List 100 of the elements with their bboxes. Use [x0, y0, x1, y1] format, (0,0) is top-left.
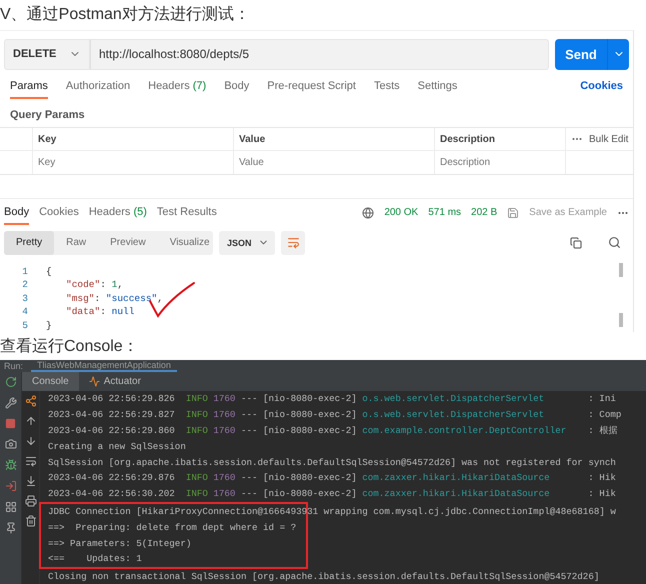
- line-number: 4: [21, 306, 29, 318]
- log-time: 2023-04-06 22:56:29.827: [48, 409, 175, 420]
- log-level: INFO: [186, 409, 208, 420]
- log-thread: [nio-8080-exec-2]: [263, 424, 358, 436]
- url-input[interactable]: http://localhost:8080/depts/5: [91, 40, 548, 69]
- down-arrow-icon[interactable]: [24, 435, 36, 447]
- wrap-icon[interactable]: [24, 455, 36, 467]
- request-tab[interactable]: Body: [224, 80, 250, 100]
- response-tab[interactable]: Test Results: [156, 206, 217, 224]
- log-message: : Hik: [588, 488, 616, 500]
- log-logger: com.example.controller.DeptController: [362, 424, 568, 436]
- line-number: 5: [21, 320, 29, 331]
- layout-icon[interactable]: [4, 501, 16, 513]
- up-arrow-icon[interactable]: [24, 415, 36, 427]
- search-icon[interactable]: [608, 236, 621, 249]
- log-pid: 1760: [213, 424, 236, 436]
- log-level: INFO: [186, 424, 208, 436]
- log-time: 2023-04-06 22:56:29.876: [48, 472, 175, 484]
- exit-icon[interactable]: [4, 480, 16, 492]
- log-thread: [nio-8080-exec-2]: [263, 488, 358, 500]
- log-thread: [nio-8080-exec-2]: [263, 409, 358, 420]
- log-separator: ---: [240, 409, 258, 420]
- run-label: Run:: [4, 361, 24, 371]
- log-separator: ---: [240, 472, 258, 484]
- console-text: Closing non transactional SqlSession [org.apache.ibatis.session.defaults.DefaultSqlSession@54572d26]: [48, 571, 600, 582]
- column-header: Key: [32, 128, 233, 152]
- bug-icon[interactable]: [4, 459, 16, 471]
- scroll-end-icon[interactable]: [24, 475, 36, 487]
- code-text: }: [46, 320, 52, 331]
- view-tab[interactable]: Pretty: [4, 230, 54, 254]
- log-level: INFO: [186, 488, 208, 500]
- request-tab[interactable]: Tests: [374, 80, 400, 100]
- copy-icon[interactable]: [570, 236, 582, 248]
- nodes-icon[interactable]: [24, 395, 36, 407]
- query-params-title: Query Params: [9, 108, 86, 124]
- request-tab[interactable]: Params: [10, 80, 48, 100]
- log-separator: ---: [240, 393, 258, 404]
- log-message: : Comp: [588, 409, 622, 420]
- section-heading: 查看运行Console：: [0, 336, 140, 357]
- log-separator: ---: [240, 424, 258, 436]
- size-text: 202 B: [471, 206, 498, 220]
- log-time: 2023-04-06 22:56:30.202: [48, 488, 175, 500]
- log-pid: 1760: [213, 472, 236, 484]
- log-pid: 1760: [213, 409, 236, 420]
- code-text: {: [46, 266, 52, 277]
- log-thread: [nio-8080-exec-2]: [263, 393, 358, 404]
- log-pid: 1760: [213, 488, 236, 500]
- log-thread: [nio-8080-exec-2]: [263, 472, 358, 484]
- bulk-edit-button[interactable]: Bulk Edit: [589, 134, 628, 145]
- cookies-link[interactable]: Cookies: [580, 80, 623, 100]
- param-field[interactable]: Key: [38, 157, 228, 168]
- view-tab[interactable]: Preview: [98, 230, 158, 254]
- console-text: ==> Preparing: delete from dept where id = ?: [48, 522, 296, 533]
- format-dropdown[interactable]: JSON: [219, 230, 275, 254]
- param-field[interactable]: Description: [440, 157, 560, 168]
- globe-icon[interactable]: [362, 206, 374, 218]
- trash-icon[interactable]: [24, 515, 36, 527]
- view-tab[interactable]: Raw: [54, 230, 98, 254]
- camera-icon[interactable]: [4, 438, 16, 450]
- console-text: Creating a new SqlSession: [48, 440, 186, 452]
- param-field[interactable]: Value: [239, 157, 429, 168]
- print-icon[interactable]: [24, 495, 36, 507]
- section-heading: V、通过Postman对方法进行测试：: [0, 4, 251, 25]
- rerun-icon[interactable]: [4, 376, 16, 388]
- view-tab[interactable]: Visualize: [158, 230, 222, 254]
- request-tab[interactable]: Headers (7): [148, 80, 206, 100]
- log-level: INFO: [186, 393, 208, 404]
- console-text: SqlSession [org.apache.ibatis.session.defaults.DefaultSqlSession@54572d26] was not registered for synch: [48, 456, 616, 468]
- log-time: 2023-04-06 22:56:29.826: [48, 393, 175, 404]
- log-message: : Ini: [588, 393, 616, 404]
- wrap-icon: [286, 236, 300, 249]
- response-tab[interactable]: Body: [4, 206, 30, 224]
- save-icon[interactable]: [507, 206, 520, 218]
- stop-icon[interactable]: [5, 418, 16, 429]
- request-tab[interactable]: Pre-request Script: [267, 80, 356, 100]
- console-text: <== Updates: 1: [48, 553, 142, 564]
- console-tab[interactable]: Actuator: [78, 372, 151, 391]
- pin-icon[interactable]: [4, 522, 16, 534]
- console-text: ==> Parameters: 5(Integer): [48, 538, 192, 549]
- response-tab[interactable]: Cookies: [39, 206, 79, 224]
- response-tab[interactable]: Headers (5): [88, 206, 147, 224]
- log-pid: 1760: [213, 393, 236, 404]
- code-text: "msg": "success",: [65, 292, 163, 304]
- wrench-icon[interactable]: [4, 397, 16, 409]
- request-tab[interactable]: Settings: [418, 80, 458, 100]
- code-text: "code": 1,: [65, 279, 124, 290]
- status-text: 200 OK: [384, 206, 418, 220]
- column-header: Value: [233, 128, 434, 152]
- log-logger: com.zaxxer.hikari.HikariDataSource: [362, 472, 551, 484]
- wrap-button[interactable]: [281, 230, 305, 254]
- log-separator: ---: [240, 488, 258, 500]
- console-tab[interactable]: Console: [22, 372, 79, 391]
- save-as-example-button[interactable]: Save as Example: [529, 206, 607, 224]
- request-tab[interactable]: Authorization: [66, 80, 130, 100]
- log-message: : 根据: [588, 424, 618, 437]
- line-number: 1: [21, 266, 29, 277]
- code-text: "data": null: [65, 306, 134, 318]
- method-dropdown[interactable]: DELETE: [4, 39, 90, 70]
- log-logger: com.zaxxer.hikari.HikariDataSource: [362, 488, 551, 500]
- log-logger: o.s.web.servlet.DispatcherServlet: [362, 409, 546, 420]
